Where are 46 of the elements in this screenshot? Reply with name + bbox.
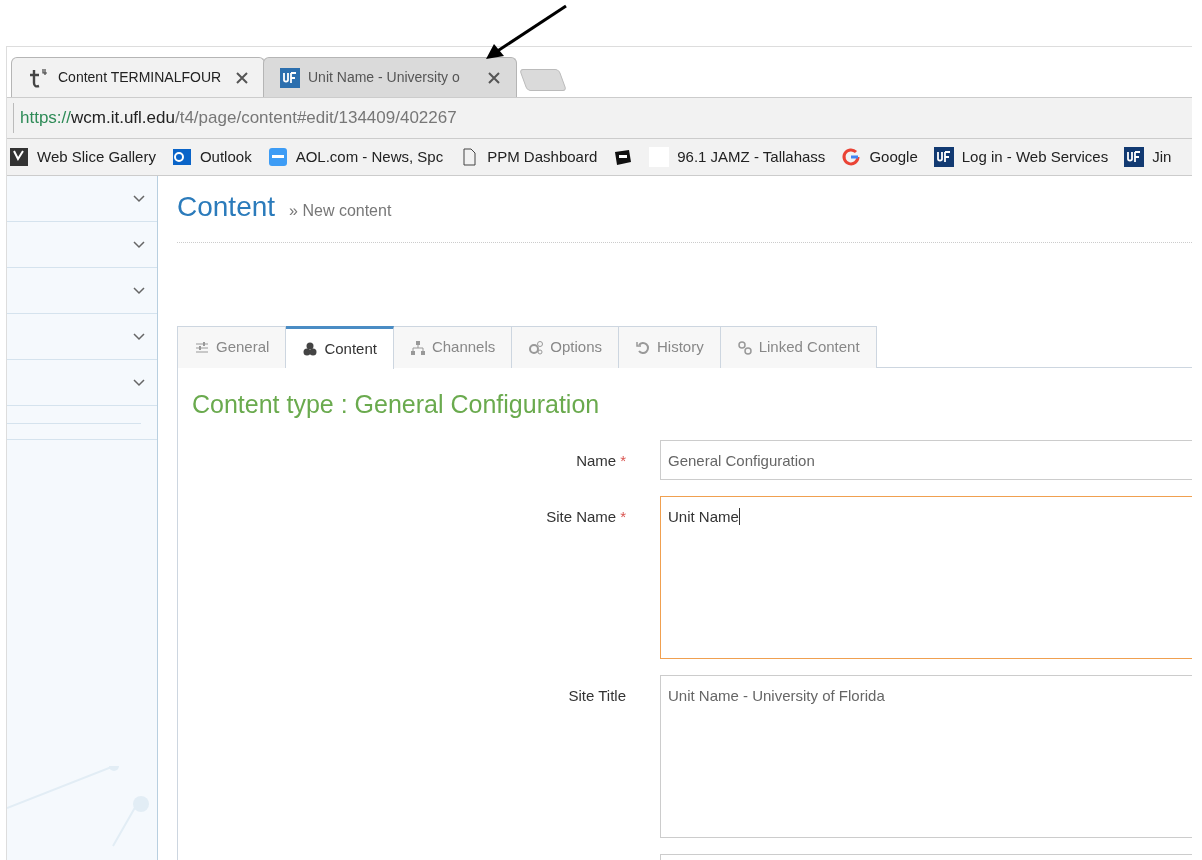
sliders-icon bbox=[194, 339, 210, 356]
input-field[interactable]: General Configuration bbox=[660, 439, 1192, 480]
new-tab-button[interactable] bbox=[519, 69, 567, 91]
app-icon bbox=[267, 147, 288, 167]
bookmark[interactable]: Google bbox=[869, 145, 918, 169]
field-label: Site Name bbox=[546, 506, 617, 527]
bookmark[interactable]: Outlook bbox=[199, 145, 252, 169]
bookmark[interactable]: Jin bbox=[1152, 145, 1172, 169]
t4-logo-icon bbox=[28, 66, 50, 89]
cubes-icon bbox=[302, 341, 319, 357]
uf-logo-icon bbox=[280, 67, 300, 88]
close-icon[interactable] bbox=[488, 71, 500, 84]
uf-logo-icon bbox=[933, 147, 954, 167]
chevron-icon bbox=[133, 332, 145, 341]
input-field[interactable]: Unit Name bbox=[660, 495, 1192, 659]
required-mark: * bbox=[620, 506, 626, 527]
content-tab[interactable]: Content bbox=[286, 326, 394, 369]
bookmark[interactable]: 96.1 JAMZ - Tallahass bbox=[677, 145, 826, 169]
chevron-icon bbox=[133, 378, 145, 387]
browser-tab[interactable]: Content TERMINALFOUR bbox=[11, 57, 265, 97]
app-icon[interactable] bbox=[613, 147, 634, 167]
field-label: Site Title bbox=[568, 685, 626, 706]
chevron-icon bbox=[133, 194, 145, 203]
g-logo-icon bbox=[841, 147, 862, 167]
input-field[interactable]: Unit Name - University of Florida bbox=[660, 674, 1192, 838]
required-mark: * bbox=[620, 450, 626, 471]
content-type-heading: Content type : General Configuration bbox=[192, 389, 601, 420]
slice-icon bbox=[9, 147, 29, 167]
breadcrumb: » New content bbox=[289, 201, 392, 221]
close-icon[interactable] bbox=[236, 71, 248, 84]
bookmark[interactable]: AOL.com - News, Spc bbox=[295, 145, 444, 169]
uf-logo-icon bbox=[1124, 147, 1145, 167]
arrow-icon bbox=[484, 4, 568, 62]
sitemap-icon bbox=[409, 339, 426, 356]
gears-icon bbox=[528, 339, 545, 356]
browser-tab[interactable]: Unit Name - University o bbox=[263, 57, 517, 97]
bookmark[interactable]: PPM Dashboard bbox=[487, 145, 598, 169]
field-label: Name bbox=[576, 450, 617, 471]
mail-icon bbox=[171, 147, 192, 167]
chevron-icon bbox=[133, 286, 145, 295]
page-title: Content bbox=[177, 190, 276, 224]
chevron-icon bbox=[133, 240, 145, 249]
history-icon bbox=[635, 339, 651, 356]
link-icon bbox=[736, 339, 753, 356]
bookmark[interactable]: Web Slice Gallery bbox=[37, 145, 156, 169]
bookmark[interactable]: Log in - Web Services bbox=[961, 145, 1109, 169]
